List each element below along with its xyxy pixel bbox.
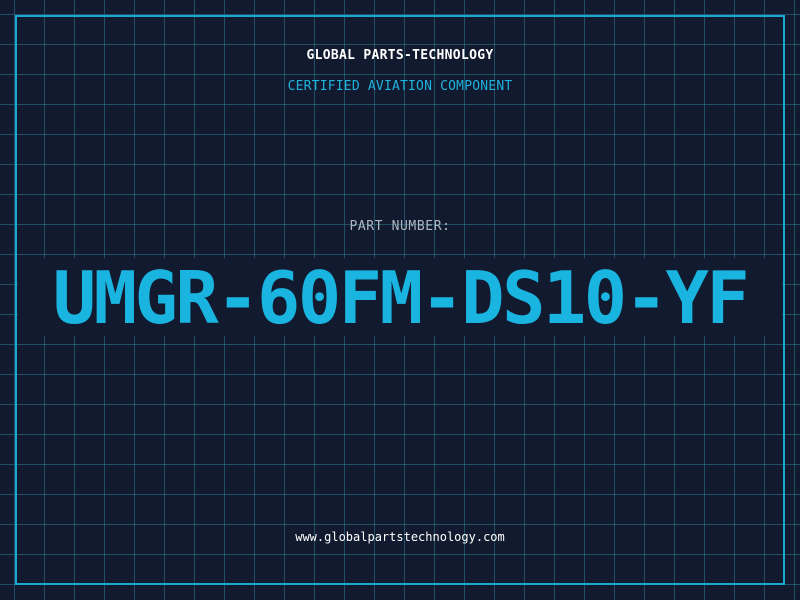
tagline: CERTIFIED AVIATION COMPONENT bbox=[287, 79, 513, 94]
part-number-label: PART NUMBER: bbox=[349, 219, 451, 234]
part-number-value: UMGR-60FM-DS10-YF bbox=[52, 256, 750, 340]
company-name: GLOBAL PARTS-TECHNOLOGY bbox=[306, 48, 494, 63]
website-url: www.globalpartstechnology.com bbox=[295, 530, 505, 544]
